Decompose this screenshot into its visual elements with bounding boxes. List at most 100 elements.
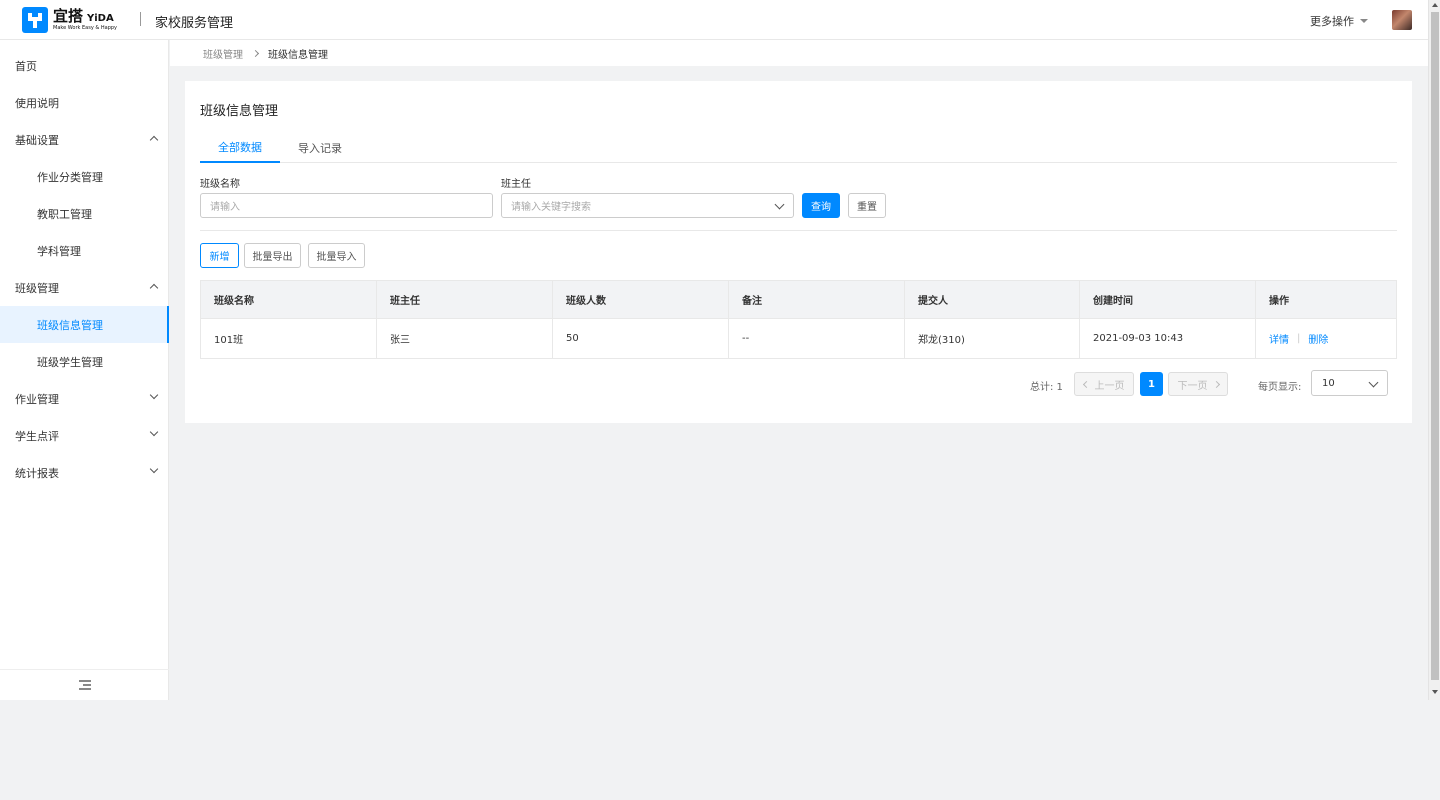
head-teacher-label: 班主任	[501, 179, 531, 190]
page-title: 班级信息管理	[200, 104, 279, 119]
logo-tagline: Make Work Easy & Happy	[53, 25, 118, 31]
page-size-label: 每页显示:	[1258, 382, 1302, 393]
tab-label: 导入记录	[298, 142, 342, 155]
yida-logo[interactable]: 宜搭 YiDA Make Work Easy & Happy	[22, 7, 117, 33]
prev-page-button[interactable]: 上一页	[1074, 372, 1134, 396]
chevron-down-icon	[1368, 377, 1379, 388]
sidebar-item-label: 首页	[15, 59, 37, 73]
scrollbar-thumb[interactable]	[1431, 12, 1439, 680]
sidebar-item-staff[interactable]: 教职工管理	[0, 195, 169, 232]
pagination-total: 总计: 1	[1030, 382, 1063, 393]
sidebar-item-label: 班级信息管理	[37, 318, 103, 332]
chevron-right-icon	[251, 49, 260, 57]
column-header: 备注	[729, 281, 905, 318]
cell-class-name: 101班	[201, 319, 377, 358]
class-name-label: 班级名称	[200, 179, 240, 190]
sidebar-item-instructions[interactable]: 使用说明	[0, 84, 169, 121]
header-divider	[140, 12, 141, 26]
sidebar-item-subjects[interactable]: 学科管理	[0, 232, 169, 269]
class-name-input[interactable]: 请输入	[200, 193, 493, 218]
sidebar-item-homework[interactable]: 作业管理	[0, 380, 169, 417]
sidebar-item-label: 学生点评	[15, 429, 59, 443]
more-operations-label: 更多操作	[1310, 15, 1354, 28]
main-card: 班级信息管理 全部数据 导入记录 班级名称 请输入 班主任 请输入关键字搜索 查…	[185, 81, 1412, 423]
sidebar-item-class-management[interactable]: 班级管理	[0, 269, 169, 306]
chevron-right-icon	[1212, 380, 1220, 388]
chevron-down-icon	[149, 427, 159, 437]
sidebar-item-label: 作业分类管理	[37, 170, 103, 184]
chevron-down-icon	[774, 199, 785, 210]
sidebar-item-label: 班级学生管理	[37, 355, 103, 369]
logo-cn-text: 宜搭	[53, 7, 84, 25]
class-table: 班级名称 班主任 班级人数 备注 提交人 创建时间 操作 101班 张三 50 …	[200, 280, 1397, 359]
head-teacher-select[interactable]: 请输入关键字搜索	[501, 193, 794, 218]
class-name-placeholder: 请输入	[210, 202, 240, 213]
sidebar-item-home[interactable]: 首页	[0, 47, 169, 84]
cell-count: 50	[553, 319, 729, 358]
breadcrumb-current: 班级信息管理	[268, 49, 328, 61]
search-button[interactable]: 查询	[802, 193, 840, 218]
prev-page-label: 上一页	[1094, 380, 1125, 392]
section-divider	[200, 230, 1397, 231]
page-size-select[interactable]: 10	[1311, 370, 1388, 396]
logo-en-text: YiDA	[87, 13, 114, 24]
head-teacher-placeholder: 请输入关键字搜索	[511, 202, 591, 213]
more-operations-dropdown[interactable]: 更多操作	[1310, 13, 1368, 29]
sidebar-item-homework-category[interactable]: 作业分类管理	[0, 158, 169, 195]
sidebar-collapse-button[interactable]	[0, 669, 169, 700]
delete-link[interactable]: 删除	[1308, 331, 1328, 346]
sidebar-item-reports[interactable]: 统计报表	[0, 454, 169, 491]
chevron-down-icon	[149, 390, 159, 400]
next-page-button[interactable]: 下一页	[1168, 372, 1228, 396]
sidebar-item-class-info[interactable]: 班级信息管理	[0, 306, 169, 343]
operation-separator: |	[1297, 333, 1301, 344]
sidebar-item-student-comments[interactable]: 学生点评	[0, 417, 169, 454]
sidebar-item-label: 使用说明	[15, 96, 59, 110]
tab-import-records[interactable]: 导入记录	[280, 133, 360, 163]
column-header: 班级人数	[553, 281, 729, 318]
top-header: 宜搭 YiDA Make Work Easy & Happy 家校服务管理 更多…	[0, 0, 1428, 40]
tab-all-data[interactable]: 全部数据	[200, 133, 280, 163]
page-number-current[interactable]: 1	[1140, 372, 1163, 396]
sidebar-item-basic-settings[interactable]: 基础设置	[0, 121, 169, 158]
app-title: 家校服务管理	[155, 16, 234, 31]
yida-logo-icon	[22, 7, 48, 33]
breadcrumb: 班级管理 班级信息管理	[170, 40, 1428, 66]
sidebar-item-label: 教职工管理	[37, 207, 92, 221]
next-page-label: 下一页	[1177, 380, 1208, 392]
scroll-up-arrow-icon[interactable]	[1432, 3, 1438, 7]
user-avatar[interactable]	[1392, 10, 1412, 30]
column-header: 班级名称	[201, 281, 377, 318]
cell-created: 2021-09-03 10:43	[1080, 319, 1256, 358]
reset-button[interactable]: 重置	[848, 193, 886, 218]
collapse-menu-icon	[78, 680, 91, 690]
cell-head-teacher: 张三	[377, 319, 553, 358]
page-size-value: 10	[1322, 377, 1335, 389]
batch-export-button[interactable]: 批量导出	[244, 243, 301, 268]
cell-submitter: 郑龙(310)	[905, 319, 1080, 358]
vertical-scrollbar[interactable]	[1428, 0, 1440, 700]
cell-note: --	[729, 319, 905, 358]
app-window: 宜搭 YiDA Make Work Easy & Happy 家校服务管理 更多…	[0, 0, 1428, 700]
tab-bar: 全部数据 导入记录	[200, 133, 1397, 163]
logo-text: 宜搭 YiDA Make Work Easy & Happy	[53, 9, 117, 31]
caret-down-icon	[1360, 19, 1368, 23]
sidebar-item-label: 作业管理	[15, 392, 59, 406]
add-button[interactable]: 新增	[200, 243, 239, 268]
table-header-row: 班级名称 班主任 班级人数 备注 提交人 创建时间 操作	[201, 281, 1396, 318]
scroll-down-arrow-icon[interactable]	[1432, 690, 1438, 694]
detail-link[interactable]: 详情	[1269, 331, 1289, 346]
sidebar: 首页 使用说明 基础设置 作业分类管理 教职工管理 学科管理 班级管理 班级信息…	[0, 40, 169, 700]
batch-import-button[interactable]: 批量导入	[308, 243, 365, 268]
column-header: 班主任	[377, 281, 553, 318]
chevron-up-icon	[149, 283, 159, 293]
column-header: 创建时间	[1080, 281, 1256, 318]
sidebar-item-class-students[interactable]: 班级学生管理	[0, 343, 169, 380]
chevron-left-icon	[1082, 380, 1090, 388]
breadcrumb-parent[interactable]: 班级管理	[203, 46, 243, 61]
tab-label: 全部数据	[218, 141, 262, 154]
column-header: 操作	[1269, 296, 1289, 307]
cell-operations: 详情 | 删除	[1256, 319, 1396, 358]
sidebar-item-label: 统计报表	[15, 466, 59, 480]
sidebar-item-label: 学科管理	[37, 244, 81, 258]
